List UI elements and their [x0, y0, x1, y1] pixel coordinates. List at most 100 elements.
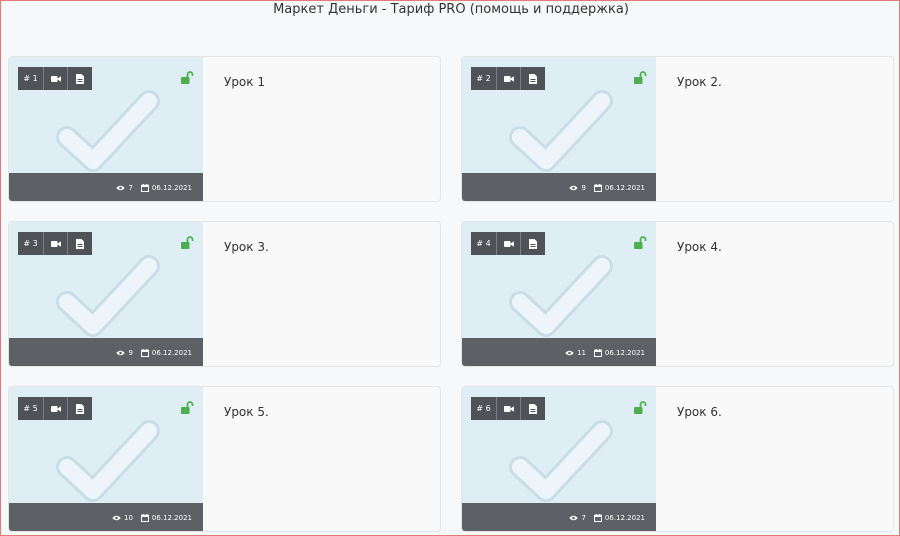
- document-icon: [76, 238, 84, 249]
- date-meta: 06.12.2021: [593, 349, 645, 357]
- date-meta: 06.12.2021: [593, 184, 645, 192]
- video-badge: [497, 232, 521, 255]
- lesson-badges: # 5: [18, 397, 92, 420]
- lesson-number: # 4: [476, 239, 491, 248]
- video-camera-icon: [503, 405, 514, 412]
- calendar-icon: [140, 349, 149, 357]
- lesson-footer: 11 06.12.2021: [462, 338, 656, 366]
- date-meta: 06.12.2021: [593, 514, 645, 522]
- lesson-thumbnail[interactable]: # 6 7 06.12.2021: [462, 387, 656, 531]
- document-badge: [68, 67, 92, 90]
- unlocked-icon: [634, 236, 647, 249]
- unlocked-icon: [181, 236, 194, 249]
- document-icon: [529, 403, 537, 414]
- views-meta: 9: [569, 184, 586, 192]
- video-badge: [44, 232, 68, 255]
- lesson-number: # 1: [23, 74, 38, 83]
- lesson-number-badge: # 1: [18, 67, 44, 90]
- lesson-footer: 9 06.12.2021: [462, 173, 656, 201]
- views-count: 10: [123, 514, 133, 522]
- video-badge: [497, 67, 521, 90]
- date-meta: 06.12.2021: [140, 184, 192, 192]
- eye-icon: [569, 185, 579, 191]
- document-badge: [521, 397, 545, 420]
- lesson-badges: # 4: [471, 232, 545, 255]
- page-title: Маркет Деньги - Тариф PRO (помощь и подд…: [273, 2, 629, 17]
- unlocked-icon: [634, 401, 647, 414]
- lesson-title[interactable]: Урок 2.: [677, 75, 722, 89]
- document-icon: [76, 403, 84, 414]
- views-count: 7: [581, 514, 586, 522]
- document-badge: [521, 67, 545, 90]
- lesson-title[interactable]: Урок 3.: [224, 240, 269, 254]
- video-badge: [44, 397, 68, 420]
- lesson-thumbnail[interactable]: # 3 9 06.12.2021: [9, 222, 203, 366]
- lesson-thumbnail[interactable]: # 1 7 06.12.2021: [9, 57, 203, 201]
- lesson-thumbnail[interactable]: # 4 11 06.12.2021: [462, 222, 656, 366]
- lesson-footer: 9 06.12.2021: [9, 338, 203, 366]
- lesson-title[interactable]: Урок 5.: [224, 405, 269, 419]
- lesson-date: 06.12.2021: [151, 184, 192, 192]
- eye-icon: [569, 515, 579, 521]
- lesson-card[interactable]: # 3 9 06.12.2021 Урок 3.: [8, 221, 441, 367]
- lesson-title[interactable]: Урок 1: [224, 75, 265, 89]
- lesson-number: # 5: [23, 404, 38, 413]
- document-badge: [521, 232, 545, 255]
- lesson-number-badge: # 2: [471, 67, 497, 90]
- lesson-card[interactable]: # 1 7 06.12.2021 Урок 1: [8, 56, 441, 202]
- lesson-card[interactable]: # 6 7 06.12.2021 Урок 6.: [461, 386, 894, 532]
- lesson-badges: # 1: [18, 67, 92, 90]
- lesson-date: 06.12.2021: [151, 514, 192, 522]
- checkmark-icon: [56, 255, 160, 337]
- date-meta: 06.12.2021: [140, 349, 192, 357]
- lesson-card[interactable]: # 2 9 06.12.2021 Урок 2.: [461, 56, 894, 202]
- lesson-card[interactable]: # 5 10 06.12.2021 Урок 5.: [8, 386, 441, 532]
- video-camera-icon: [503, 75, 514, 82]
- lesson-number: # 3: [23, 239, 38, 248]
- video-camera-icon: [50, 405, 61, 412]
- unlocked-icon: [181, 71, 194, 84]
- views-meta: 11: [565, 349, 586, 357]
- lesson-number-badge: # 3: [18, 232, 44, 255]
- calendar-icon: [593, 349, 602, 357]
- views-meta: 9: [116, 349, 133, 357]
- lesson-number: # 2: [476, 74, 491, 83]
- document-badge: [68, 232, 92, 255]
- lesson-thumbnail[interactable]: # 2 9 06.12.2021: [462, 57, 656, 201]
- video-camera-icon: [50, 75, 61, 82]
- lesson-thumbnail[interactable]: # 5 10 06.12.2021: [9, 387, 203, 531]
- lesson-title[interactable]: Урок 4.: [677, 240, 722, 254]
- video-badge: [497, 397, 521, 420]
- lesson-date: 06.12.2021: [604, 184, 645, 192]
- views-meta: 10: [112, 514, 133, 522]
- eye-icon: [116, 350, 126, 356]
- lesson-date: 06.12.2021: [604, 514, 645, 522]
- checkmark-icon: [56, 90, 160, 172]
- lesson-number: # 6: [476, 404, 491, 413]
- lesson-number-badge: # 4: [471, 232, 497, 255]
- checkmark-icon: [509, 420, 613, 502]
- views-count: 7: [128, 184, 133, 192]
- video-badge: [44, 67, 68, 90]
- calendar-icon: [593, 184, 602, 192]
- checkmark-icon: [56, 420, 160, 502]
- page-frame: Маркет Деньги - Тариф PRO (помощь и подд…: [0, 0, 900, 536]
- lesson-badges: # 3: [18, 232, 92, 255]
- lesson-title[interactable]: Урок 6.: [677, 405, 722, 419]
- lesson-footer: 10 06.12.2021: [9, 503, 203, 531]
- lesson-badges: # 6: [471, 397, 545, 420]
- lesson-footer: 7 06.12.2021: [462, 503, 656, 531]
- eye-icon: [565, 350, 574, 356]
- lesson-footer: 7 06.12.2021: [9, 173, 203, 201]
- calendar-icon: [140, 514, 149, 522]
- views-count: 9: [581, 184, 586, 192]
- views-meta: 7: [116, 184, 133, 192]
- date-meta: 06.12.2021: [140, 514, 192, 522]
- eye-icon: [112, 515, 121, 521]
- document-icon: [76, 73, 84, 84]
- video-camera-icon: [50, 240, 61, 247]
- lesson-badges: # 2: [471, 67, 545, 90]
- lesson-date: 06.12.2021: [151, 349, 192, 357]
- lesson-card[interactable]: # 4 11 06.12.2021 Урок 4.: [461, 221, 894, 367]
- unlocked-icon: [181, 401, 194, 414]
